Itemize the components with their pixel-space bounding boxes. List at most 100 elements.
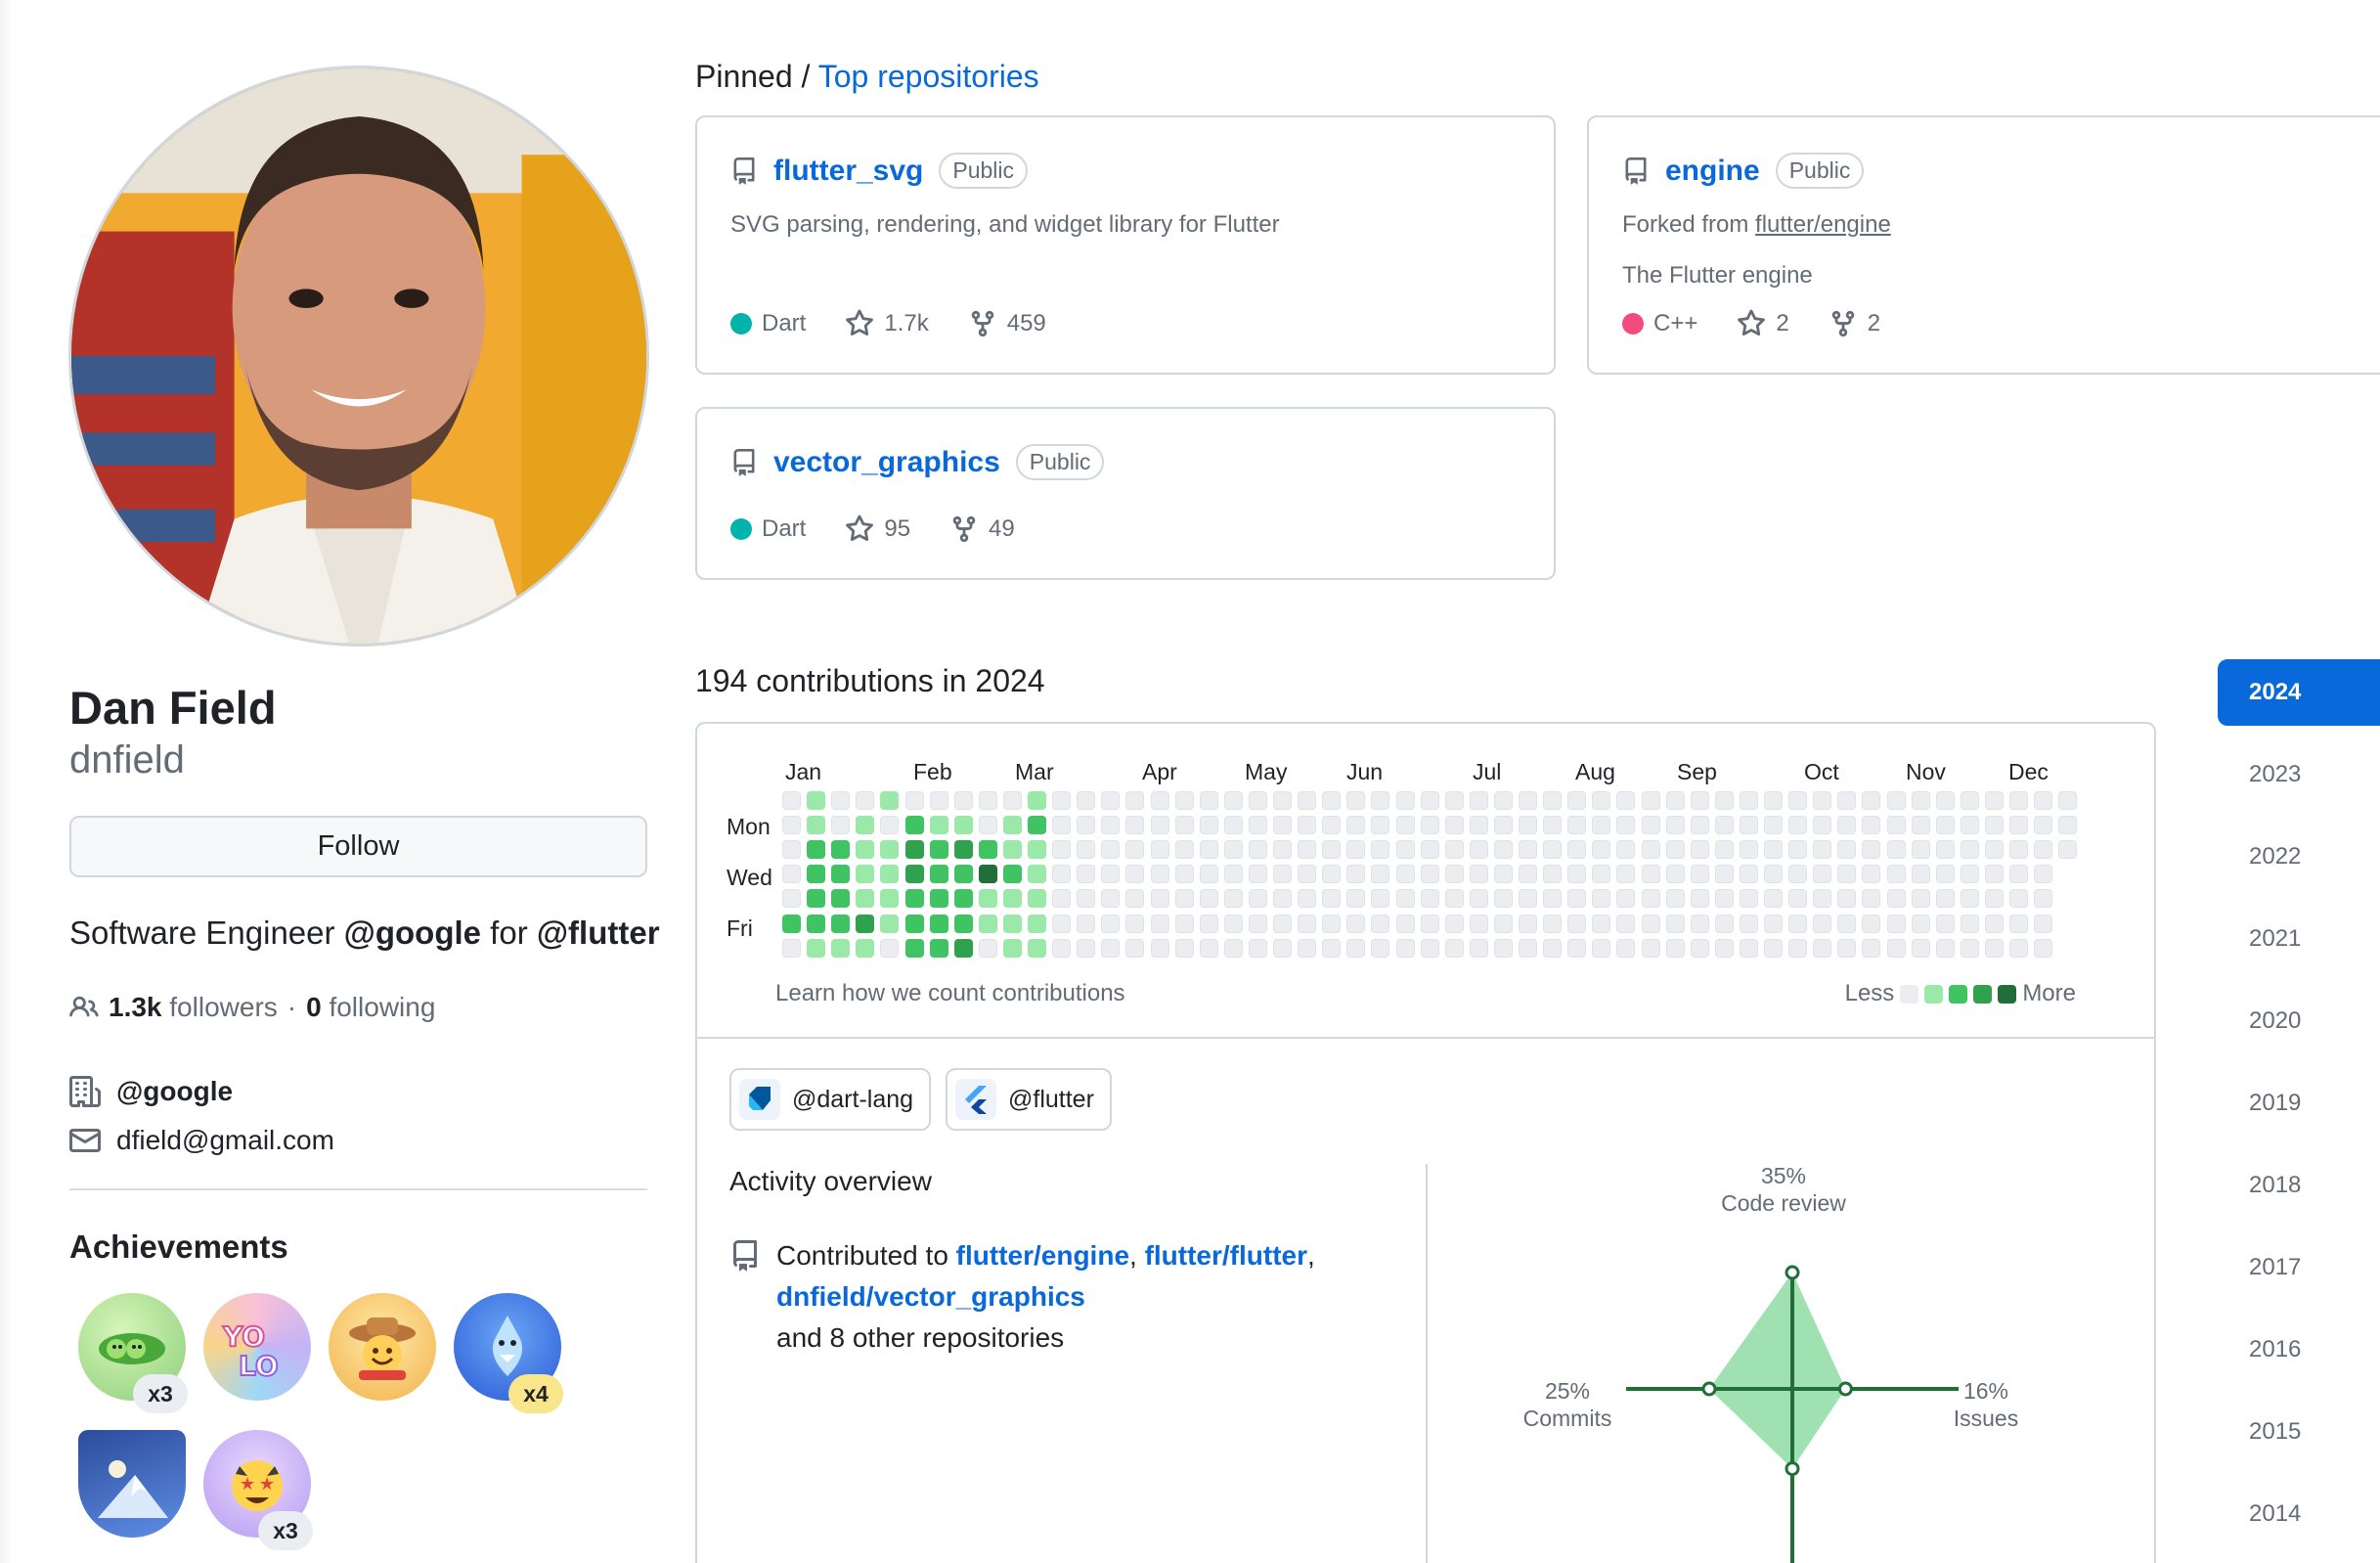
contribution-day-cell[interactable] <box>1444 816 1464 835</box>
contribution-day-cell[interactable] <box>1493 816 1513 835</box>
contribution-day-cell[interactable] <box>1567 840 1587 860</box>
repo-stars-link[interactable]: 95 <box>845 514 910 544</box>
contribution-day-cell[interactable] <box>1174 840 1194 860</box>
contribution-day-cell[interactable] <box>1543 816 1563 835</box>
contribution-day-cell[interactable] <box>1150 938 1169 958</box>
contribution-day-cell[interactable] <box>1150 889 1169 909</box>
contribution-day-cell[interactable] <box>1322 840 1342 860</box>
contribution-day-cell[interactable] <box>1322 889 1342 909</box>
contribution-day-cell[interactable] <box>1862 865 1881 884</box>
contribution-day-cell[interactable] <box>856 938 875 958</box>
contribution-day-cell[interactable] <box>1223 938 1243 958</box>
contribution-day-cell[interactable] <box>1935 865 1955 884</box>
contribution-day-cell[interactable] <box>1764 840 1783 860</box>
contribution-day-cell[interactable] <box>978 865 997 884</box>
contribution-day-cell[interactable] <box>1714 791 1734 810</box>
contribution-day-cell[interactable] <box>1248 791 1267 810</box>
contribution-day-cell[interactable] <box>880 865 900 884</box>
contribution-day-cell[interactable] <box>1862 816 1881 835</box>
contribution-day-cell[interactable] <box>1273 840 1292 860</box>
contribution-day-cell[interactable] <box>1960 816 1979 835</box>
forked-from-link[interactable]: flutter/engine <box>1755 211 1891 238</box>
contribution-day-cell[interactable] <box>2009 791 2028 810</box>
contribution-day-cell[interactable] <box>1371 938 1390 958</box>
contribution-day-cell[interactable] <box>929 889 948 909</box>
contribution-day-cell[interactable] <box>1077 816 1096 835</box>
contribution-day-cell[interactable] <box>831 889 851 909</box>
contribution-day-cell[interactable] <box>1273 791 1292 810</box>
contribution-day-cell[interactable] <box>1788 816 1808 835</box>
contribution-day-cell[interactable] <box>1764 889 1783 909</box>
contribution-day-cell[interactable] <box>1174 816 1194 835</box>
contribution-day-cell[interactable] <box>1837 791 1857 810</box>
activity-repo-link[interactable]: flutter/flutter <box>1145 1240 1307 1271</box>
achievement-cowboy-badge[interactable] <box>329 1293 436 1401</box>
contribution-day-cell[interactable] <box>1543 791 1563 810</box>
learn-how-we-count-link[interactable]: Learn how we count contributions <box>775 980 1125 1007</box>
contribution-day-cell[interactable] <box>2034 938 2053 958</box>
contribution-day-cell[interactable] <box>807 914 826 933</box>
contribution-day-cell[interactable] <box>1002 840 1022 860</box>
contribution-day-cell[interactable] <box>1665 791 1685 810</box>
contribution-day-cell[interactable] <box>1592 938 1611 958</box>
contribution-day-cell[interactable] <box>1592 914 1611 933</box>
contribution-day-cell[interactable] <box>2034 889 2053 909</box>
contribution-day-cell[interactable] <box>1984 865 2004 884</box>
contribution-day-cell[interactable] <box>1813 840 1832 860</box>
contribution-day-cell[interactable] <box>904 865 924 884</box>
contribution-day-cell[interactable] <box>1444 865 1464 884</box>
contribution-day-cell[interactable] <box>1077 840 1096 860</box>
activity-repo-link[interactable]: flutter/engine <box>956 1240 1129 1271</box>
contribution-day-cell[interactable] <box>1837 865 1857 884</box>
contribution-day-cell[interactable] <box>1223 889 1243 909</box>
contribution-day-cell[interactable] <box>1174 791 1194 810</box>
contribution-day-cell[interactable] <box>1174 865 1194 884</box>
contribution-day-cell[interactable] <box>831 791 851 810</box>
contribution-day-cell[interactable] <box>2009 865 2028 884</box>
contribution-day-cell[interactable] <box>1862 889 1881 909</box>
year-link-2019[interactable]: 2019 <box>2218 1070 2380 1137</box>
contribution-day-cell[interactable] <box>1298 840 1317 860</box>
contribution-day-cell[interactable] <box>782 889 801 909</box>
contribution-day-cell[interactable] <box>1739 840 1758 860</box>
contribution-day-cell[interactable] <box>1739 914 1758 933</box>
contribution-day-cell[interactable] <box>1567 889 1587 909</box>
contribution-day-cell[interactable] <box>1641 840 1660 860</box>
contribution-day-cell[interactable] <box>1764 865 1783 884</box>
contribution-day-cell[interactable] <box>1960 914 1979 933</box>
contribution-day-cell[interactable] <box>1298 816 1317 835</box>
contribution-day-cell[interactable] <box>1788 889 1808 909</box>
contribution-day-cell[interactable] <box>1028 938 1046 958</box>
contribution-day-cell[interactable] <box>953 938 973 958</box>
contribution-day-cell[interactable] <box>1837 840 1857 860</box>
contribution-day-cell[interactable] <box>1469 889 1488 909</box>
contribution-day-cell[interactable] <box>953 840 973 860</box>
contribution-day-cell[interactable] <box>1322 791 1342 810</box>
contribution-day-cell[interactable] <box>1174 889 1194 909</box>
contribution-day-cell[interactable] <box>1273 938 1292 958</box>
contribution-day-cell[interactable] <box>1420 816 1439 835</box>
contribution-day-cell[interactable] <box>1788 865 1808 884</box>
contribution-day-cell[interactable] <box>1567 865 1587 884</box>
contribution-day-cell[interactable] <box>1248 938 1267 958</box>
contribution-day-cell[interactable] <box>1125 889 1145 909</box>
repo-name-link[interactable]: flutter_svg <box>773 155 923 188</box>
contribution-day-cell[interactable] <box>1935 914 1955 933</box>
contribution-day-cell[interactable] <box>1690 865 1709 884</box>
contribution-day-cell[interactable] <box>1493 914 1513 933</box>
contribution-day-cell[interactable] <box>1567 914 1587 933</box>
contribution-day-cell[interactable] <box>1101 938 1121 958</box>
contribution-day-cell[interactable] <box>1052 938 1072 958</box>
contribution-day-cell[interactable] <box>1101 914 1121 933</box>
contribution-day-cell[interactable] <box>2034 816 2053 835</box>
contribution-day-cell[interactable] <box>904 938 924 958</box>
contribution-day-cell[interactable] <box>1469 914 1488 933</box>
contribution-day-cell[interactable] <box>1444 938 1464 958</box>
contribution-day-cell[interactable] <box>807 938 826 958</box>
contribution-day-cell[interactable] <box>1248 865 1267 884</box>
contribution-day-cell[interactable] <box>1690 840 1709 860</box>
repo-stars-link[interactable]: 1.7k <box>845 309 929 338</box>
contribution-day-cell[interactable] <box>782 914 801 933</box>
year-link-2017[interactable]: 2017 <box>2218 1234 2380 1301</box>
contribution-day-cell[interactable] <box>1911 914 1930 933</box>
